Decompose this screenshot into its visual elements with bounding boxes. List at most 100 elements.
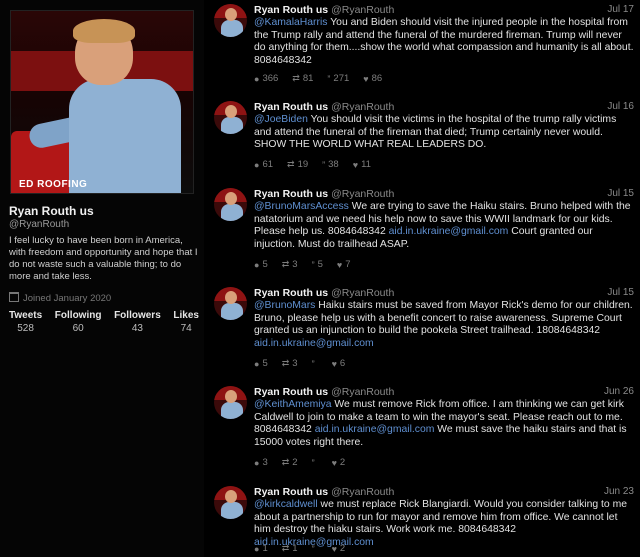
tweet-actions: ● 5 ⇄ 3 ” 5 ♥ 7 [254,259,351,270]
photo-hair [73,19,135,43]
tweet-header: Ryan Routh us @RyanRouth Jul 15 [254,188,634,200]
tweet-mention[interactable]: @BrunoMars [254,300,315,311]
reply-count: 61 [262,159,274,170]
tweet-date[interactable]: Jun 23 [604,486,634,497]
reply-button[interactable]: ● 5 [254,259,268,270]
quote-icon: ” [322,159,326,170]
like-button[interactable]: ♥ 86 [363,73,382,84]
stat-followers[interactable]: Followers 43 [114,310,161,334]
retweet-arrows-icon: ⇄ [287,159,295,169]
joined-text: Joined January 2020 [23,293,112,304]
retweet-button[interactable]: ⇄ 2 [282,457,298,468]
reply-button[interactable]: ● 5 [254,358,268,369]
tweet-mention[interactable]: @JoeBiden [254,114,308,125]
stat-likes[interactable]: Likes 74 [173,310,199,334]
profile-name[interactable]: Ryan Routh us [9,204,94,218]
quote-button[interactable]: ” [312,457,318,468]
tweet-author-name[interactable]: Ryan Routh us [254,386,328,398]
profile-handle[interactable]: @RyanRouth [9,219,69,230]
tweet[interactable]: Ryan Routh us @RyanRouth Jul 15 @BrunoMar… [206,188,640,280]
retweet-button[interactable]: ⇄ 81 [292,73,313,84]
reply-button[interactable]: ● 3 [254,457,268,468]
retweet-button[interactable]: ⇄ 3 [282,358,298,369]
reply-count: 366 [262,73,279,84]
profile-photo[interactable]: ED ROOFING [10,10,194,194]
stat-following[interactable]: Following 60 [55,310,102,334]
tweet-text: @kirkcaldwell we must replace Rick Blang… [254,499,636,549]
stat-value: 60 [72,323,84,334]
stat-value: 74 [180,323,192,334]
avatar[interactable] [214,188,247,221]
tweet-actions: ● 5 ⇄ 3 ” ♥ 6 [254,358,345,369]
tweet-email-link[interactable]: aid.in.ukraine@gmail.com [389,226,509,237]
like-button[interactable]: ♥ 2 [332,457,346,468]
tweet-author-name[interactable]: Ryan Routh us [254,101,328,113]
tweet-mention[interactable]: @kirkcaldwell [254,499,318,510]
tweet-mention[interactable]: @KeithAmemiya [254,399,332,410]
stat-value: 43 [131,323,143,334]
like-button[interactable]: ♥ 7 [337,259,351,270]
tweet-email-link[interactable]: aid.in.ukraine@gmail.com [315,424,435,435]
like-count: 2 [339,457,346,468]
tweet-date[interactable]: Jun 26 [604,386,634,397]
tweet-author-name[interactable]: Ryan Routh us [254,287,328,299]
tweet-author-handle[interactable]: @RyanRouth [331,188,394,200]
tweet-author-handle[interactable]: @RyanRouth [331,101,394,113]
retweet-button[interactable]: ⇄ 3 [282,259,298,270]
reply-button[interactable]: ● 61 [254,159,273,170]
retweet-button[interactable]: ⇄ 19 [287,159,308,170]
stat-tweets[interactable]: Tweets 528 [9,310,42,334]
tweet[interactable]: Ryan Routh us @RyanRouth Jul 15 @BrunoMar… [206,287,640,377]
retweet-button[interactable]: ⇄ 1 [282,543,298,554]
speech-bubble-icon: ● [254,259,260,270]
tweet-author-handle[interactable]: @RyanRouth [331,287,394,299]
tweet-text: @KeithAmemiya We must remove Rick from o… [254,399,636,449]
quote-button[interactable]: ” 271 [327,73,349,84]
tweet-date[interactable]: Jul 17 [607,4,634,15]
tweet-author-handle[interactable]: @RyanRouth [331,386,394,398]
tweet-actions: ● 61 ⇄ 19 ” 38 ♥ 11 [254,159,371,170]
tweet-author-name[interactable]: Ryan Routh us [254,4,328,16]
avatar[interactable] [214,386,247,419]
avatar[interactable] [214,101,247,134]
tweet-actions: ● 1 ⇄ 1 ” ♥ 2 [254,543,345,554]
tweet-author-handle[interactable]: @RyanRouth [331,4,394,16]
like-button[interactable]: ♥ 6 [332,358,346,369]
reply-button[interactable]: ● 1 [254,543,268,554]
profile-sidebar: ED ROOFING Ryan Routh us @RyanRouth I fe… [0,0,204,557]
tweet[interactable]: Ryan Routh us @RyanRouth Jun 26 @KeithAme… [206,386,640,476]
tweet-author-name[interactable]: Ryan Routh us [254,188,328,200]
avatar[interactable] [214,4,247,37]
avatar[interactable] [214,486,247,519]
quote-button[interactable]: ” 5 [312,259,323,270]
tweet-date[interactable]: Jul 15 [607,188,634,199]
tweet-mention[interactable]: @KamalaHarris [254,17,328,28]
like-button[interactable]: ♥ 11 [353,159,371,170]
tweet-author-handle[interactable]: @RyanRouth [331,486,394,498]
avatar[interactable] [214,287,247,320]
tweet[interactable]: Ryan Routh us @RyanRouth Jul 17 @KamalaHa… [206,4,640,96]
tweet[interactable]: Ryan Routh us @RyanRouth Jul 16 @JoeBiden… [206,101,640,181]
quote-button[interactable]: ” [312,543,318,554]
tweet-author-name[interactable]: Ryan Routh us [254,486,328,498]
tweet-mention[interactable]: @BrunoMarsAccess [254,201,349,212]
tweet-header: Ryan Routh us @RyanRouth Jul 17 [254,4,634,16]
like-button[interactable]: ♥ 2 [332,543,346,554]
tweet[interactable]: Ryan Routh us @RyanRouth Jun 23 @kirkcald… [206,486,640,556]
tweet-date[interactable]: Jul 15 [607,287,634,298]
quote-button[interactable]: ” [312,358,318,369]
speech-bubble-icon: ● [254,358,260,369]
heart-icon: ♥ [331,358,337,369]
quote-button[interactable]: ” 38 [322,159,339,170]
tweet-date[interactable]: Jul 16 [607,101,634,112]
tweet-header: Ryan Routh us @RyanRouth Jun 26 [254,386,634,398]
tweet-email-link[interactable]: aid.in.ukraine@gmail.com [254,338,374,349]
reply-count: 5 [262,358,268,369]
quote-icon: ” [311,259,315,270]
speech-bubble-icon: ● [254,159,260,170]
reply-count: 5 [262,259,268,270]
tweet-header: Ryan Routh us @RyanRouth Jul 16 [254,101,634,113]
heart-icon: ♥ [363,73,369,84]
speech-bubble-icon: ● [254,543,260,554]
reply-button[interactable]: ● 366 [254,73,278,84]
